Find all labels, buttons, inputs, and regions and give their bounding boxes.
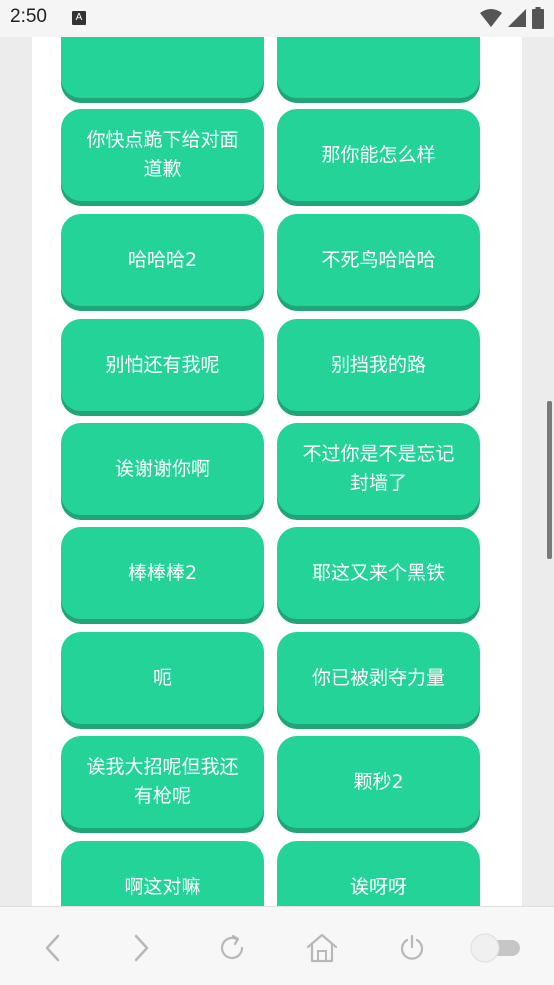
- sound-button-label: 不过你是不是忘记封墙了: [302, 443, 455, 494]
- sound-button-label: 诶呀呀: [349, 875, 407, 898]
- status-time: 2:50: [10, 6, 47, 27]
- content-panel: 你快点跪下给对面道歉 那你能怎么样 哈哈哈2 不死鸟哈哈哈 别怕还有我呢 别挡我…: [32, 37, 522, 906]
- sound-button[interactable]: 颗秒2: [277, 736, 480, 828]
- sound-button[interactable]: 别怕还有我呢: [61, 319, 264, 411]
- sound-button[interactable]: 棒棒棒2: [61, 527, 264, 619]
- chevron-left-icon: [45, 934, 60, 962]
- sound-button[interactable]: 诶谢谢你啊: [61, 423, 264, 515]
- sound-button-label: 耶这又来个黑铁: [311, 561, 445, 584]
- chevron-right-icon: [134, 934, 149, 962]
- sound-button[interactable]: 那你能怎么样: [277, 109, 480, 201]
- sound-button-label: 别挡我的路: [330, 353, 426, 376]
- sound-button-label: 你快点跪下给对面道歉: [86, 129, 239, 180]
- sound-button[interactable]: 啊这对嘛: [61, 841, 264, 906]
- sound-button-label: 啊这对嘛: [124, 875, 201, 898]
- home-icon: [306, 933, 338, 963]
- sound-button[interactable]: 呃: [61, 632, 264, 724]
- wifi-icon: [480, 9, 502, 27]
- signal-icon: [508, 9, 526, 27]
- battery-icon: [532, 7, 544, 29]
- sound-button[interactable]: [61, 37, 264, 98]
- webview-scroll-area[interactable]: 你快点跪下给对面道歉 那你能怎么样 哈哈哈2 不死鸟哈哈哈 别怕还有我呢 别挡我…: [0, 37, 554, 906]
- sound-button-label: 诶谢谢你啊: [114, 457, 210, 480]
- sound-button[interactable]: 诶我大招呢但我还有枪呢: [61, 736, 264, 828]
- sound-button[interactable]: 你已被剥夺力量: [277, 632, 480, 724]
- sound-button[interactable]: [277, 37, 480, 98]
- sound-button[interactable]: 你快点跪下给对面道歉: [61, 109, 264, 201]
- sound-button[interactable]: 别挡我的路: [277, 319, 480, 411]
- sound-button-label: 别怕还有我呢: [105, 353, 220, 376]
- sound-button[interactable]: 不死鸟哈哈哈: [277, 214, 480, 306]
- back-button[interactable]: [33, 928, 73, 968]
- status-icons: [480, 7, 544, 29]
- power-button[interactable]: [392, 928, 432, 968]
- status-bar: 2:50 A: [0, 0, 554, 37]
- sound-button[interactable]: 耶这又来个黑铁: [277, 527, 480, 619]
- bottom-nav-bar: [0, 906, 554, 985]
- scrollbar-thumb[interactable]: [547, 401, 552, 559]
- refresh-button[interactable]: [212, 928, 252, 968]
- sound-button-label: 不死鸟哈哈哈: [321, 248, 436, 271]
- sound-button-label: 颗秒2: [353, 770, 404, 793]
- sound-button-label: 你已被剥夺力量: [311, 666, 445, 689]
- sound-button[interactable]: 诶呀呀: [277, 841, 480, 906]
- sound-button[interactable]: 不过你是不是忘记封墙了: [277, 423, 480, 515]
- a-letter-icon: A: [72, 11, 86, 25]
- sound-button[interactable]: 哈哈哈2: [61, 214, 264, 306]
- home-button[interactable]: [302, 928, 342, 968]
- power-icon: [400, 934, 424, 960]
- sound-button-label: 诶我大招呢但我还有枪呢: [86, 756, 239, 807]
- toggle-button[interactable]: [466, 928, 526, 968]
- sound-button-label: 呃: [152, 666, 172, 689]
- sound-button-label: 那你能怎么样: [321, 143, 436, 166]
- refresh-icon: [220, 934, 244, 960]
- forward-button[interactable]: [121, 928, 161, 968]
- sound-button-label: 哈哈哈2: [127, 248, 198, 271]
- toggle-switch-icon: [470, 933, 520, 963]
- sound-button-label: 棒棒棒2: [127, 561, 198, 584]
